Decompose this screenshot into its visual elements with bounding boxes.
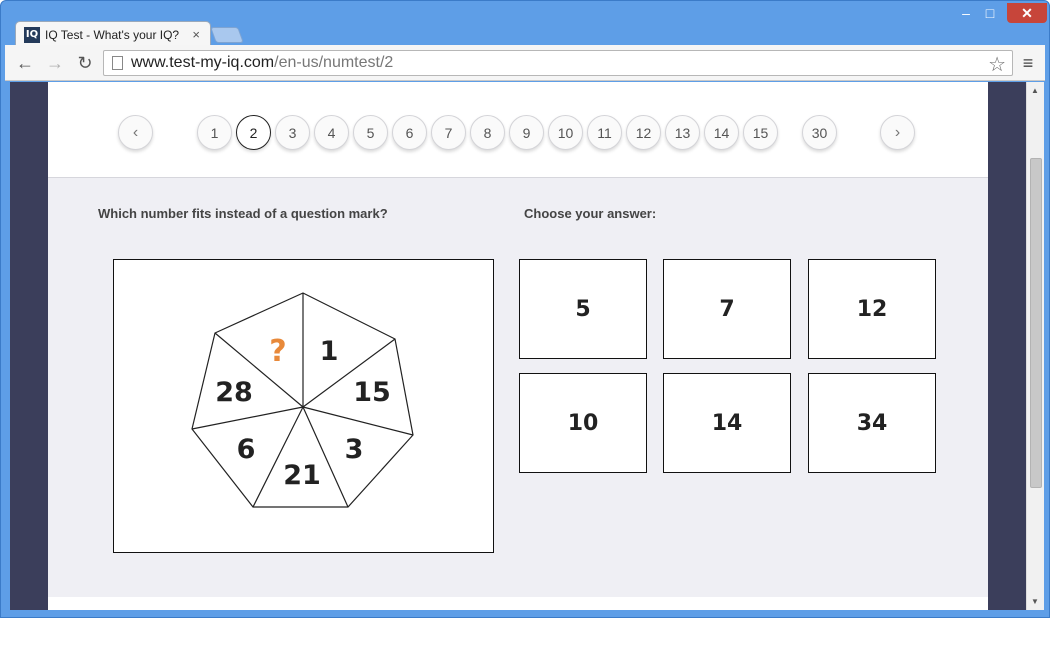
page-button[interactable]: 15 [743, 115, 778, 150]
question-mark-segment: ? [269, 334, 286, 369]
title-bar: IQ IQ Test - What's your IQ? × – □ ✕ [1, 1, 1049, 47]
question-label: Which number fits instead of a question … [98, 206, 388, 221]
browser-window: IQ IQ Test - What's your IQ? × – □ ✕ ← →… [0, 0, 1050, 618]
url-path: /en-us/numtest/2 [274, 54, 394, 71]
new-tab-button[interactable] [210, 27, 244, 43]
maximize-button[interactable]: □ [979, 3, 1001, 23]
site-logo-icon: IQ [24, 26, 40, 43]
page-button[interactable]: 9 [509, 115, 544, 150]
back-icon[interactable]: ← [13, 51, 37, 75]
page-button[interactable]: 2 [236, 115, 271, 150]
heptagon-puzzle: ? 1 15 3 21 6 28 [113, 259, 494, 553]
test-page: ‹ 1 2 3 4 5 6 7 8 9 10 11 12 13 14 15 30 › Which number… [48, 82, 988, 610]
tab-title: IQ Test - What's your IQ? [45, 27, 180, 42]
menu-icon[interactable]: ≡ [1018, 53, 1038, 73]
bookmark-star-icon[interactable]: ☆ [988, 52, 1006, 77]
segment-number: 15 [353, 377, 391, 408]
reload-icon[interactable]: ↻ [73, 51, 97, 75]
page-footer-strip [48, 597, 988, 610]
forward-icon[interactable]: → [43, 51, 67, 75]
browser-toolbar: ← → ↻ www.test-my-iq.com/en-us/numtest/2… [5, 45, 1045, 81]
page-button[interactable]: 4 [314, 115, 349, 150]
page-button[interactable]: 13 [665, 115, 700, 150]
right-background [988, 82, 1026, 610]
page-button[interactable]: 1 [197, 115, 232, 150]
segment-number: 28 [215, 377, 253, 408]
segment-number: 1 [320, 336, 339, 367]
desktop-area [0, 618, 1050, 672]
page-viewport: ‹ 1 2 3 4 5 6 7 8 9 10 11 12 13 14 15 30 › Which number… [10, 82, 1026, 610]
minimize-button[interactable]: – [955, 3, 977, 23]
address-bar[interactable]: www.test-my-iq.com/en-us/numtest/2 ☆ [103, 50, 1013, 76]
scrollbar-thumb[interactable] [1030, 158, 1042, 488]
answer-option[interactable]: 10 [519, 373, 647, 473]
close-window-button[interactable]: ✕ [1007, 3, 1047, 23]
answer-label: Choose your answer: [524, 206, 657, 221]
page-button[interactable]: 5 [353, 115, 388, 150]
answer-option[interactable]: 5 [519, 259, 647, 359]
page-button[interactable]: 10 [548, 115, 583, 150]
tab-close-icon[interactable]: × [192, 27, 200, 42]
page-button[interactable]: 3 [275, 115, 310, 150]
heptagon-diagram: ? 1 15 3 21 6 28 [191, 292, 414, 508]
page-button[interactable]: 8 [470, 115, 505, 150]
page-button[interactable]: 7 [431, 115, 466, 150]
page-button[interactable]: 12 [626, 115, 661, 150]
scroll-up-icon[interactable]: ▲ [1031, 86, 1039, 95]
page-button[interactable]: 6 [392, 115, 427, 150]
segment-number: 3 [345, 434, 364, 465]
segment-number: 21 [283, 460, 321, 491]
prev-question-button[interactable]: ‹ [118, 115, 153, 150]
answer-option[interactable]: 34 [808, 373, 936, 473]
page-button[interactable]: 30 [802, 115, 837, 150]
segment-number: 6 [237, 434, 256, 465]
page-button[interactable]: 11 [587, 115, 622, 150]
browser-tab[interactable]: IQ IQ Test - What's your IQ? × [15, 21, 211, 47]
url-host: www.test-my-iq.com [131, 54, 275, 71]
answer-option[interactable]: 12 [808, 259, 936, 359]
answer-option[interactable]: 7 [663, 259, 791, 359]
next-question-button[interactable]: › [880, 115, 915, 150]
page-button[interactable]: 14 [704, 115, 739, 150]
answer-option[interactable]: 14 [663, 373, 791, 473]
scroll-down-icon[interactable]: ▼ [1031, 597, 1039, 606]
vertical-scrollbar[interactable]: ▲ ▼ [1026, 82, 1044, 610]
page-icon [112, 56, 123, 70]
question-pagination: ‹ 1 2 3 4 5 6 7 8 9 10 11 12 13 14 15 30 › [48, 82, 988, 178]
